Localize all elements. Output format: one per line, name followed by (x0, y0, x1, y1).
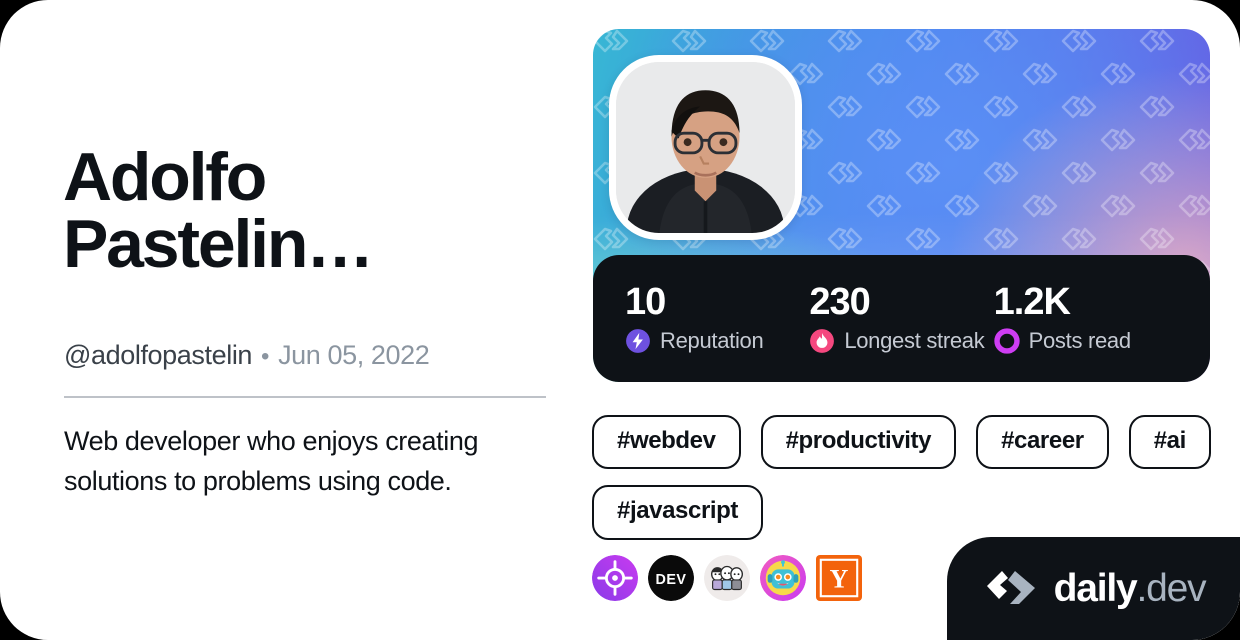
tag-chip[interactable]: #productivity (760, 415, 957, 470)
characters-source-icon[interactable] (704, 555, 750, 601)
hacker-news-source-icon[interactable]: Y (816, 555, 862, 601)
stat-reputation: 10 Reputation (625, 281, 809, 354)
tag-chip[interactable]: #webdev (592, 415, 741, 470)
avatar (609, 55, 802, 240)
daily-dev-branding: daily .dev (947, 537, 1240, 640)
profile-handle: @adolfopastelin (64, 340, 253, 370)
stat-label: Reputation (660, 327, 764, 353)
svg-text:DEV: DEV (656, 572, 687, 588)
avatar-photo (616, 62, 795, 233)
source-list: DEV Y (592, 555, 862, 601)
stat-label: Longest streak (844, 327, 985, 353)
stat-label: Posts read (1028, 327, 1131, 353)
stat-posts-read: 1.2K Posts read (993, 281, 1178, 354)
tag-chip[interactable]: #javascript (592, 485, 764, 540)
brand-tld: .dev (1136, 566, 1206, 610)
avatar-portrait-illustration (616, 62, 795, 233)
divider (64, 396, 546, 398)
stat-value: 230 (809, 281, 870, 324)
tag-list: #webdev #productivity #career #ai #javas… (592, 415, 1212, 540)
streak-flame-icon (810, 329, 835, 353)
crosshair-target-source-icon[interactable] (592, 555, 638, 601)
svg-text:Y: Y (830, 565, 849, 594)
reputation-bolt-icon (626, 329, 650, 353)
joined-date: Jun 05, 2022 (278, 340, 430, 370)
stats-bar: 10 Reputation 230 Longest streak 1.2K Po… (593, 255, 1210, 382)
stat-label-row: Posts read (993, 327, 1178, 354)
tag-chip[interactable]: #career (976, 415, 1109, 470)
dev-to-source-icon[interactable]: DEV (648, 555, 694, 601)
daily-dev-logo-mark (986, 570, 1035, 604)
stat-value: 10 (625, 281, 666, 324)
profile-meta: @adolfopastelin • Jun 05, 2022 (64, 340, 430, 371)
daily-dev-wordmark: daily .dev (1053, 566, 1207, 611)
profile-info-column: Adolfo Pastelin… @adolfopastelin • Jun 0… (63, 0, 563, 640)
profile-card: Adolfo Pastelin… @adolfopastelin • Jun 0… (0, 0, 1240, 640)
robot-source-icon[interactable] (760, 555, 806, 601)
stat-longest-streak: 230 Longest streak (809, 281, 993, 354)
page-title: Adolfo Pastelin… (63, 139, 374, 282)
posts-read-ring-icon (993, 328, 1020, 354)
tag-chip[interactable]: #ai (1128, 415, 1211, 470)
stat-label-row: Longest streak (809, 328, 993, 354)
stat-label-row: Reputation (625, 328, 809, 354)
profile-bio: Web developer who enjoys creating soluti… (64, 426, 479, 496)
brand-name: daily (1053, 566, 1138, 610)
meta-separator-dot: • (261, 343, 270, 370)
stat-value: 1.2K (993, 281, 1071, 324)
